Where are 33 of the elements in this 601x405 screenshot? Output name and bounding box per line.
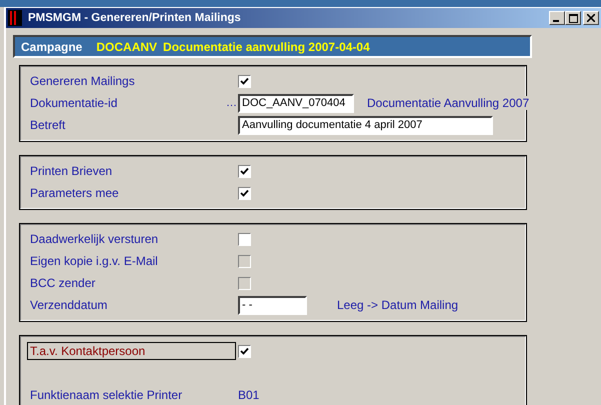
checkbox[interactable] <box>238 232 251 246</box>
field-description: Leeg -> Datum Mailing <box>337 298 458 312</box>
field-label: Verzenddatum <box>29 297 108 314</box>
checkbox[interactable] <box>238 164 251 178</box>
field-value: B01 <box>238 388 260 402</box>
app-icon <box>8 10 22 26</box>
field-label: Dokumentatie-id <box>29 95 118 112</box>
field-label: BCC zender <box>29 275 96 292</box>
maximize-icon <box>568 14 578 22</box>
checkbox[interactable] <box>238 186 251 200</box>
input-field[interactable]: DOC_AANV_070404 <box>238 94 354 112</box>
close-button[interactable] <box>583 11 599 25</box>
close-icon <box>587 14 595 22</box>
campaign-code: DOCAANV <box>96 40 158 54</box>
lookup-button[interactable]: … <box>226 97 238 109</box>
field-label: Funktienaam selektie Printer <box>29 387 184 404</box>
maximize-button[interactable] <box>565 11 581 25</box>
field-description: Documentatie Aanvulling 2007 <box>367 96 530 110</box>
checkbox[interactable] <box>238 74 251 88</box>
field-label: Betreft <box>29 117 66 134</box>
minimize-button[interactable] <box>549 11 565 25</box>
input-field[interactable]: Aanvulling documentatie 4 april 2007 <box>238 116 493 134</box>
input-field[interactable]: - - <box>238 296 307 314</box>
field-label: Parameters mee <box>29 185 120 202</box>
field-label: Eigen kopie i.g.v. E-Mail <box>29 253 159 270</box>
window-title: PMSMGM - Genereren/Printen Mailings <box>28 12 242 24</box>
field-label: Printen Brieven <box>29 163 114 180</box>
campaign-description: Documentatie aanvulling 2007-04-04 <box>163 40 370 54</box>
checkbox[interactable] <box>238 344 251 358</box>
campaign-label: Campagne <box>21 40 82 54</box>
field-label: T.a.v. Kontaktpersoon <box>27 342 236 360</box>
field-label: Daadwerkelijk versturen <box>29 231 160 248</box>
field-label: Genereren Mailings <box>29 73 136 90</box>
